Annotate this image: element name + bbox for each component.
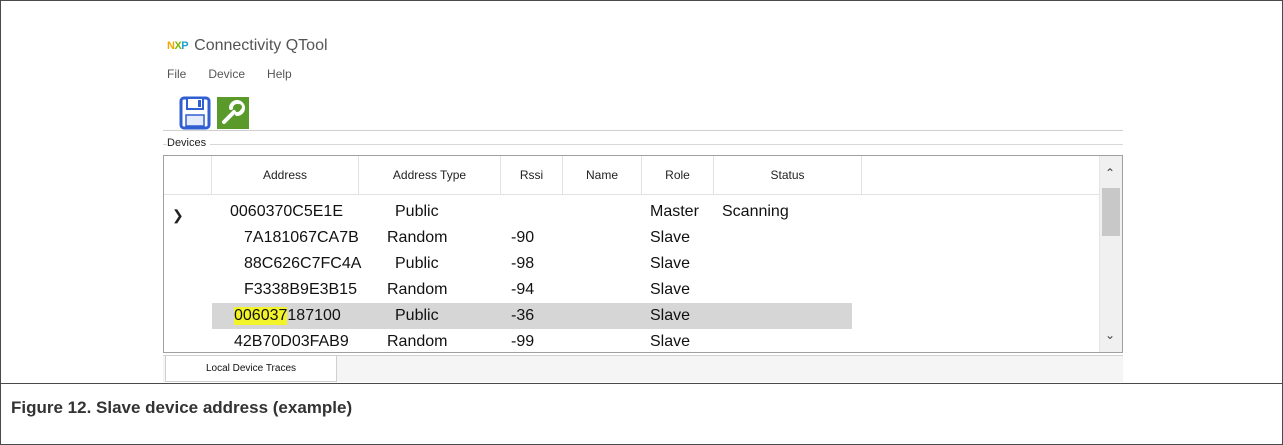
menu-device[interactable]: Device [208, 67, 245, 81]
address-highlight: 006037 [234, 307, 288, 325]
cell-address: F3338B9E3B15 [244, 281, 357, 298]
cell-rssi: -90 [511, 229, 535, 246]
cell-name [563, 329, 642, 352]
chevron-down-icon[interactable]: ❯ [172, 207, 184, 224]
floppy-disk-icon [179, 96, 211, 130]
cell-status [714, 251, 862, 277]
cell-rssi: -36 [511, 307, 535, 324]
cell-name [563, 303, 642, 329]
cell-status: Scanning [722, 203, 789, 220]
address-rest: 187100 [287, 307, 341, 324]
devices-group-label: Devices [167, 137, 211, 149]
header-status[interactable]: Status [714, 156, 862, 194]
header-name[interactable]: Name [563, 156, 642, 194]
cell-name [563, 199, 642, 225]
cell-address-type: Public [395, 203, 439, 220]
header-address-type[interactable]: Address Type [359, 156, 501, 194]
menu-help[interactable]: Help [267, 67, 292, 81]
toolbar [179, 95, 249, 131]
table-row-selected[interactable]: 006037 187100 Public -36 Slave [164, 303, 852, 329]
cell-role: Slave [650, 281, 691, 298]
cell-rssi: -94 [511, 281, 535, 298]
header-rssi[interactable]: Rssi [501, 156, 563, 194]
header-address[interactable]: Address [212, 156, 359, 194]
cell-address-type: Public [395, 307, 439, 324]
cell-status [714, 225, 862, 251]
devices-group-border [163, 144, 1123, 145]
menu-file[interactable]: File [167, 67, 186, 81]
cell-address: 7A181067CA7B [244, 229, 359, 246]
app-title: Connectivity QTool [194, 37, 328, 54]
scroll-thumb[interactable] [1102, 188, 1120, 236]
menu-bar: File Device Help [167, 67, 314, 81]
cell-address-type: Random [387, 333, 448, 350]
cell-address: 42B70D03FAB9 [234, 333, 349, 350]
save-button[interactable] [179, 95, 211, 131]
tab-local-device-traces[interactable]: Local Device Traces [165, 356, 337, 382]
table-row[interactable]: F3338B9E3B15 Random -94 Slave [164, 277, 862, 303]
cell-address: 006037 187100 [212, 303, 359, 329]
bottom-tab-bar: Local Device Traces [163, 355, 1123, 382]
scroll-up-icon[interactable]: ⌃ [1105, 166, 1115, 180]
cell-address: 88C626C7FC4A [244, 255, 362, 272]
cell-role: Slave [650, 307, 691, 324]
app-screenshot: NXP Connectivity QTool File Device Help [153, 23, 1136, 383]
header-expander [164, 156, 212, 194]
table-header: Address Address Type Rssi Name Role Stat… [164, 156, 1104, 195]
cell-name [563, 251, 642, 277]
cell-address: 0060370C5E1E [230, 203, 343, 220]
figure-caption: Figure 12. Slave device address (example… [11, 398, 353, 417]
table-row[interactable]: 42B70D03FAB9 Random -99 Slave [164, 329, 862, 352]
cell-role: Slave [650, 229, 691, 246]
cell-role: Slave [650, 333, 691, 350]
title-bar: NXP Connectivity QTool [167, 34, 328, 58]
cell-address-type: Public [395, 255, 439, 272]
cell-address-type: Random [387, 281, 448, 298]
figure-frame: NXP Connectivity QTool File Device Help [0, 0, 1283, 445]
settings-button[interactable] [217, 95, 249, 131]
cell-status [714, 329, 862, 352]
cell-rssi: -99 [511, 333, 535, 350]
cell-name [563, 225, 642, 251]
cell-rssi [501, 199, 563, 225]
header-role[interactable]: Role [642, 156, 714, 194]
table-row[interactable]: 7A181067CA7B Random -90 Slave [164, 225, 862, 251]
nxp-logo: NXP [167, 40, 189, 52]
table-row[interactable]: ❯ 0060370C5E1E Public Master Scanning [164, 199, 862, 225]
vertical-scrollbar[interactable]: ⌃ ⌄ [1099, 156, 1122, 352]
scroll-down-icon[interactable]: ⌄ [1105, 328, 1115, 342]
cell-rssi: -98 [511, 255, 535, 272]
cell-role: Slave [650, 255, 691, 272]
wrench-icon [217, 97, 249, 129]
cell-role: Master [650, 203, 699, 220]
cell-address-type: Random [387, 229, 448, 246]
devices-table: Address Address Type Rssi Name Role Stat… [163, 155, 1123, 353]
table-row[interactable]: 88C626C7FC4A Public -98 Slave [164, 251, 862, 277]
cell-status [714, 303, 852, 329]
cell-name [563, 277, 642, 303]
cell-status [714, 277, 862, 303]
toolbar-separator [163, 130, 1123, 131]
figure-caption-box: Figure 12. Slave device address (example… [1, 383, 1282, 445]
